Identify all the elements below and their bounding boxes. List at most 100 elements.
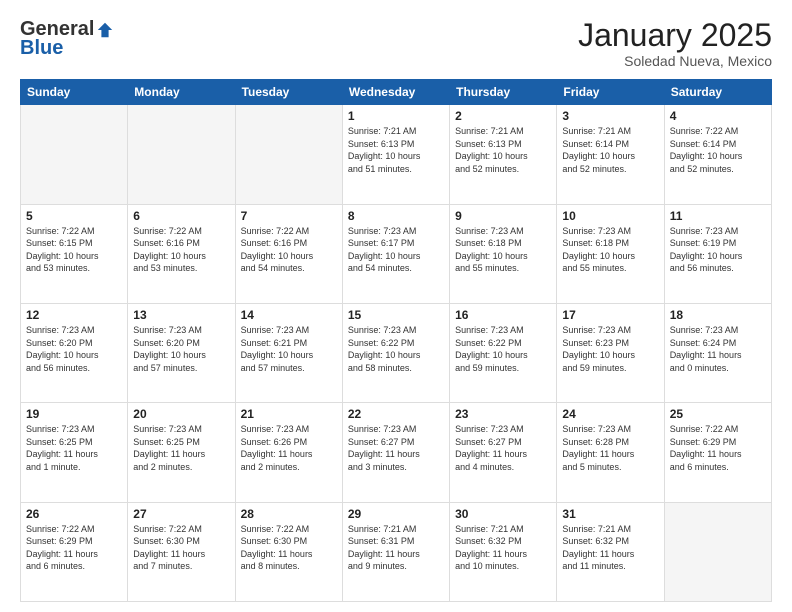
day-cell: 25 Sunrise: 7:22 AMSunset: 6:29 PMDayligh… bbox=[664, 403, 771, 502]
day-cell: 15 Sunrise: 7:23 AMSunset: 6:22 PMDayligh… bbox=[342, 303, 449, 402]
day-info: Sunrise: 7:21 AMSunset: 6:14 PMDaylight:… bbox=[562, 125, 658, 175]
title-block: January 2025 Soledad Nueva, Mexico bbox=[578, 18, 772, 69]
day-info: Sunrise: 7:22 AMSunset: 6:14 PMDaylight:… bbox=[670, 125, 766, 175]
header-wednesday: Wednesday bbox=[342, 80, 449, 105]
day-number: 1 bbox=[348, 109, 444, 123]
day-cell: 27 Sunrise: 7:22 AMSunset: 6:30 PMDayligh… bbox=[128, 502, 235, 601]
day-cell: 2 Sunrise: 7:21 AMSunset: 6:13 PMDaylight… bbox=[450, 105, 557, 204]
day-number: 18 bbox=[670, 308, 766, 322]
day-cell: 26Sunrise: 7:22 AMSunset: 6:29 PMDayligh… bbox=[21, 502, 128, 601]
day-info: Sunrise: 7:23 AMSunset: 6:24 PMDaylight:… bbox=[670, 324, 766, 374]
day-number: 5 bbox=[26, 209, 122, 223]
day-cell: 3 Sunrise: 7:21 AMSunset: 6:14 PMDaylight… bbox=[557, 105, 664, 204]
day-cell: 20 Sunrise: 7:23 AMSunset: 6:25 PMDayligh… bbox=[128, 403, 235, 502]
week-row-3: 19Sunrise: 7:23 AMSunset: 6:25 PMDayligh… bbox=[21, 403, 772, 502]
day-cell: 9 Sunrise: 7:23 AMSunset: 6:18 PMDaylight… bbox=[450, 204, 557, 303]
day-cell bbox=[128, 105, 235, 204]
day-info: Sunrise: 7:23 AMSunset: 6:21 PMDaylight:… bbox=[241, 324, 337, 374]
day-cell: 30 Sunrise: 7:21 AMSunset: 6:32 PMDayligh… bbox=[450, 502, 557, 601]
day-cell: 10 Sunrise: 7:23 AMSunset: 6:18 PMDayligh… bbox=[557, 204, 664, 303]
logo: General Blue bbox=[20, 18, 114, 60]
day-number: 27 bbox=[133, 507, 229, 521]
day-info: Sunrise: 7:23 AMSunset: 6:28 PMDaylight:… bbox=[562, 423, 658, 473]
day-info: Sunrise: 7:23 AMSunset: 6:23 PMDaylight:… bbox=[562, 324, 658, 374]
day-info: Sunrise: 7:21 AMSunset: 6:13 PMDaylight:… bbox=[348, 125, 444, 175]
day-number: 22 bbox=[348, 407, 444, 421]
day-cell: 29Sunrise: 7:21 AMSunset: 6:31 PMDayligh… bbox=[342, 502, 449, 601]
day-info: Sunrise: 7:23 AMSunset: 6:25 PMDaylight:… bbox=[133, 423, 229, 473]
day-cell: 5 Sunrise: 7:22 AMSunset: 6:15 PMDaylight… bbox=[21, 204, 128, 303]
day-number: 14 bbox=[241, 308, 337, 322]
day-info: Sunrise: 7:23 AMSunset: 6:27 PMDaylight:… bbox=[348, 423, 444, 473]
day-info: Sunrise: 7:22 AMSunset: 6:30 PMDaylight:… bbox=[133, 523, 229, 573]
day-info: Sunrise: 7:23 AMSunset: 6:18 PMDaylight:… bbox=[562, 225, 658, 275]
day-number: 8 bbox=[348, 209, 444, 223]
week-row-1: 5 Sunrise: 7:22 AMSunset: 6:15 PMDaylight… bbox=[21, 204, 772, 303]
day-info: Sunrise: 7:23 AMSunset: 6:22 PMDaylight:… bbox=[348, 324, 444, 374]
day-info: Sunrise: 7:21 AMSunset: 6:32 PMDaylight:… bbox=[562, 523, 658, 573]
day-cell bbox=[664, 502, 771, 601]
day-number: 24 bbox=[562, 407, 658, 421]
day-number: 21 bbox=[241, 407, 337, 421]
day-cell: 23 Sunrise: 7:23 AMSunset: 6:27 PMDayligh… bbox=[450, 403, 557, 502]
week-row-2: 12 Sunrise: 7:23 AMSunset: 6:20 PMDayligh… bbox=[21, 303, 772, 402]
day-cell: 19Sunrise: 7:23 AMSunset: 6:25 PMDayligh… bbox=[21, 403, 128, 502]
day-info: Sunrise: 7:23 AMSunset: 6:18 PMDaylight:… bbox=[455, 225, 551, 275]
day-info: Sunrise: 7:22 AMSunset: 6:29 PMDaylight:… bbox=[670, 423, 766, 473]
day-cell: 13 Sunrise: 7:23 AMSunset: 6:20 PMDayligh… bbox=[128, 303, 235, 402]
day-cell: 28 Sunrise: 7:22 AMSunset: 6:30 PMDayligh… bbox=[235, 502, 342, 601]
day-cell: 21Sunrise: 7:23 AMSunset: 6:26 PMDayligh… bbox=[235, 403, 342, 502]
day-cell bbox=[235, 105, 342, 204]
day-info: Sunrise: 7:23 AMSunset: 6:22 PMDaylight:… bbox=[455, 324, 551, 374]
day-info: Sunrise: 7:21 AMSunset: 6:13 PMDaylight:… bbox=[455, 125, 551, 175]
day-number: 10 bbox=[562, 209, 658, 223]
day-info: Sunrise: 7:22 AMSunset: 6:29 PMDaylight:… bbox=[26, 523, 122, 573]
day-number: 6 bbox=[133, 209, 229, 223]
header-saturday: Saturday bbox=[664, 80, 771, 105]
day-number: 17 bbox=[562, 308, 658, 322]
day-number: 31 bbox=[562, 507, 658, 521]
header-friday: Friday bbox=[557, 80, 664, 105]
day-cell: 1 Sunrise: 7:21 AMSunset: 6:13 PMDaylight… bbox=[342, 105, 449, 204]
day-number: 20 bbox=[133, 407, 229, 421]
day-number: 25 bbox=[670, 407, 766, 421]
day-info: Sunrise: 7:22 AMSunset: 6:15 PMDaylight:… bbox=[26, 225, 122, 275]
day-number: 15 bbox=[348, 308, 444, 322]
logo-blue: Blue bbox=[20, 37, 63, 60]
day-number: 12 bbox=[26, 308, 122, 322]
day-cell: 6Sunrise: 7:22 AMSunset: 6:16 PMDaylight… bbox=[128, 204, 235, 303]
day-number: 28 bbox=[241, 507, 337, 521]
day-number: 2 bbox=[455, 109, 551, 123]
day-number: 23 bbox=[455, 407, 551, 421]
day-number: 9 bbox=[455, 209, 551, 223]
day-info: Sunrise: 7:23 AMSunset: 6:17 PMDaylight:… bbox=[348, 225, 444, 275]
day-cell bbox=[21, 105, 128, 204]
day-number: 29 bbox=[348, 507, 444, 521]
header-thursday: Thursday bbox=[450, 80, 557, 105]
logo-icon bbox=[96, 21, 114, 39]
subtitle: Soledad Nueva, Mexico bbox=[578, 53, 772, 69]
day-cell: 11 Sunrise: 7:23 AMSunset: 6:19 PMDayligh… bbox=[664, 204, 771, 303]
day-info: Sunrise: 7:23 AMSunset: 6:19 PMDaylight:… bbox=[670, 225, 766, 275]
day-number: 30 bbox=[455, 507, 551, 521]
weekday-header-row: Sunday Monday Tuesday Wednesday Thursday… bbox=[21, 80, 772, 105]
day-info: Sunrise: 7:23 AMSunset: 6:27 PMDaylight:… bbox=[455, 423, 551, 473]
day-cell: 8 Sunrise: 7:23 AMSunset: 6:17 PMDaylight… bbox=[342, 204, 449, 303]
day-cell: 12Sunrise: 7:23 AMSunset: 6:20 PMDayligh… bbox=[21, 303, 128, 402]
month-title: January 2025 bbox=[578, 18, 772, 53]
header-tuesday: Tuesday bbox=[235, 80, 342, 105]
day-cell: 24 Sunrise: 7:23 AMSunset: 6:28 PMDayligh… bbox=[557, 403, 664, 502]
day-cell: 22 Sunrise: 7:23 AMSunset: 6:27 PMDayligh… bbox=[342, 403, 449, 502]
page: General Blue January 2025 Soledad Nueva,… bbox=[0, 0, 792, 612]
day-cell: 14 Sunrise: 7:23 AMSunset: 6:21 PMDayligh… bbox=[235, 303, 342, 402]
day-number: 16 bbox=[455, 308, 551, 322]
day-info: Sunrise: 7:22 AMSunset: 6:30 PMDaylight:… bbox=[241, 523, 337, 573]
day-cell: 18 Sunrise: 7:23 AMSunset: 6:24 PMDayligh… bbox=[664, 303, 771, 402]
day-info: Sunrise: 7:23 AMSunset: 6:20 PMDaylight:… bbox=[133, 324, 229, 374]
day-cell: 4Sunrise: 7:22 AMSunset: 6:14 PMDaylight… bbox=[664, 105, 771, 204]
day-number: 11 bbox=[670, 209, 766, 223]
day-number: 13 bbox=[133, 308, 229, 322]
header-monday: Monday bbox=[128, 80, 235, 105]
day-info: Sunrise: 7:21 AMSunset: 6:32 PMDaylight:… bbox=[455, 523, 551, 573]
day-number: 3 bbox=[562, 109, 658, 123]
